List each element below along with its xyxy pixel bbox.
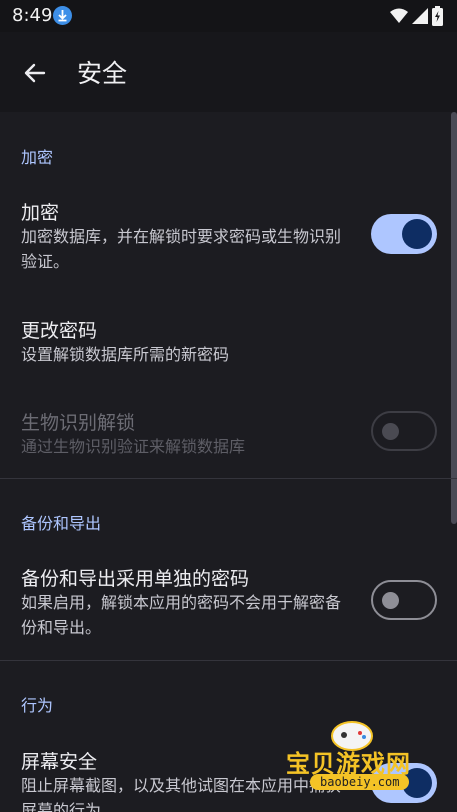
pref-title: 更改密码	[21, 320, 98, 342]
divider	[0, 660, 457, 661]
status-icons	[390, 6, 443, 26]
pref-title: 生物识别解锁	[21, 412, 136, 434]
pref-change-password[interactable]: 更改密码 设置解锁数据库所需的新密码	[0, 308, 457, 376]
pref-summary: 通过生物识别验证来解锁数据库	[21, 437, 246, 456]
pref-encrypt[interactable]: 加密 加密数据库，并在解锁时要求密码或生物识别验证。	[0, 190, 457, 286]
watermark: 宝贝游戏网 baobeiy.com	[282, 718, 457, 812]
signal-icon	[412, 8, 428, 24]
watermark-url: baobeiy.com	[310, 774, 410, 790]
biometric-toggle	[371, 411, 437, 451]
backup-password-toggle[interactable]	[371, 580, 437, 620]
section-header-encryption: 加密	[21, 148, 54, 167]
download-icon	[53, 6, 72, 25]
divider	[0, 478, 457, 479]
toggle-knob	[402, 219, 432, 249]
wifi-icon	[390, 8, 408, 23]
pref-title: 加密	[21, 202, 60, 224]
pref-backup-password[interactable]: 备份和导出采用单独的密码 如果启用，解锁本应用的密码不会用于解密备份和导出。	[0, 556, 457, 652]
app-bar: 安全	[0, 32, 457, 112]
back-button[interactable]	[18, 56, 52, 90]
status-bar: 8:49	[0, 0, 457, 32]
pref-title: 备份和导出采用单独的密码	[21, 568, 250, 590]
arrow-back-icon	[24, 63, 46, 83]
encrypt-toggle[interactable]	[371, 214, 437, 254]
section-header-behavior: 行为	[21, 696, 54, 715]
pref-title: 屏幕安全	[21, 751, 98, 773]
status-time: 8:49	[12, 5, 53, 26]
toggle-knob	[382, 423, 399, 440]
pref-summary: 加密数据库，并在解锁时要求密码或生物识别验证。	[21, 227, 342, 271]
pref-summary: 如果启用，解锁本应用的密码不会用于解密备份和导出。	[21, 593, 342, 637]
pref-biometric-unlock: 生物识别解锁 通过生物识别验证来解锁数据库	[0, 400, 457, 468]
section-header-backup: 备份和导出	[21, 514, 102, 533]
toggle-knob	[382, 592, 399, 609]
battery-charging-icon	[432, 6, 443, 26]
page-title: 安全	[77, 59, 128, 88]
pref-summary: 设置解锁数据库所需的新密码	[21, 345, 230, 364]
